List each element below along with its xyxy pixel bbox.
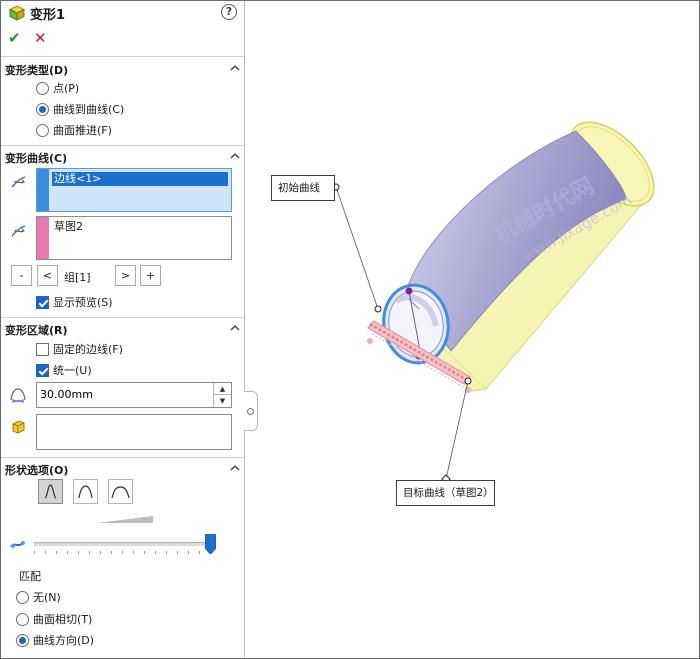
radio-match-surface-tangent-label: 曲面相切(T): [33, 613, 93, 626]
stiffness-minimum-button[interactable]: [38, 479, 63, 504]
uniform-check-indicator[interactable]: [36, 363, 49, 377]
radio-curve-to-curve-label: 曲线到曲线(C): [53, 103, 125, 116]
radio-match-curve-direction-indicator[interactable]: [16, 633, 29, 647]
shape-accuracy-icon: [9, 537, 27, 556]
show-preview-label: 显示预览(S): [53, 296, 113, 309]
deform-radius-spinner[interactable]: ▲ ▼: [213, 383, 231, 407]
radio-match-none-label: 无(N): [33, 591, 61, 604]
initial-curve-color-bar: [37, 169, 49, 211]
initial-curve-icon: [10, 173, 28, 194]
accuracy-wedge-icon: [96, 514, 154, 527]
add-group-button[interactable]: +: [140, 265, 161, 286]
radio-match-curve-direction[interactable]: 曲线方向(D): [16, 632, 94, 648]
match-label: 匹配: [19, 570, 41, 583]
fixed-faces-list[interactable]: [36, 414, 232, 450]
slider-ticks: [34, 551, 212, 554]
deform-radius-input[interactable]: [40, 388, 210, 401]
target-curve-leader: [445, 380, 469, 480]
stiffness-maximum-icon: [111, 486, 130, 499]
next-group-button[interactable]: >: [115, 265, 136, 286]
collapse-shape-options-icon[interactable]: [230, 463, 240, 473]
target-curve-color-bar: [37, 217, 49, 259]
radio-match-none-indicator[interactable]: [16, 590, 29, 604]
initial-curve-item[interactable]: 边线<1>: [52, 172, 228, 186]
callout-target-curve[interactable]: 目标曲线（草图2）: [396, 480, 495, 506]
fixed-edges-check-indicator[interactable]: [36, 342, 49, 356]
stiffness-minimum-icon: [44, 484, 57, 499]
fixed-edges-label: 固定的边线(F): [53, 343, 123, 356]
section-divider: [1, 56, 244, 57]
radio-curve-to-curve-indicator[interactable]: [36, 102, 49, 116]
target-curve-item[interactable]: 草图2: [52, 220, 85, 234]
radio-match-surface-tangent[interactable]: 曲面相切(T): [16, 611, 92, 627]
graphics-viewport[interactable]: 机械时代网 www.jixage.com 初始曲线 目标曲线（草图2）: [246, 1, 699, 657]
collapse-deform-curves-icon[interactable]: [230, 151, 240, 161]
stiffness-maximum-button[interactable]: [108, 479, 133, 504]
radio-match-none[interactable]: 无(N): [16, 589, 61, 605]
stiffness-medium-icon: [78, 485, 93, 499]
section-divider: [1, 317, 244, 318]
radio-type-surface-push[interactable]: 曲面推进(F): [36, 122, 112, 138]
target-curves-list[interactable]: 草图2: [36, 216, 232, 260]
feature-title: 变形1: [30, 8, 66, 23]
spin-up-icon[interactable]: ▲: [214, 383, 231, 395]
shape-accuracy-slider[interactable]: [34, 542, 214, 546]
spin-down-icon[interactable]: ▼: [214, 395, 231, 407]
radio-type-point[interactable]: 点(P): [36, 80, 79, 96]
section-header-deform-curves[interactable]: 变形曲线(C): [5, 150, 67, 166]
model-view: [332, 121, 655, 484]
section-divider: [1, 145, 244, 146]
show-preview-checkbox[interactable]: 显示预览(S): [36, 294, 113, 310]
slider-thumb[interactable]: [204, 533, 217, 555]
radio-point-label: 点(P): [53, 82, 80, 95]
radio-point-indicator[interactable]: [36, 81, 49, 95]
radio-type-curve-to-curve[interactable]: 曲线到曲线(C): [36, 101, 124, 117]
uniform-label: 统一(U): [53, 364, 92, 377]
section-header-shape-options[interactable]: 形状选项(O): [5, 462, 68, 478]
callout-initial-curve[interactable]: 初始曲线: [271, 175, 335, 201]
deform-feature-icon: [9, 5, 25, 24]
deform-radius-field[interactable]: ▲ ▼: [36, 382, 232, 408]
initial-curves-list[interactable]: 边线<1>: [36, 168, 232, 212]
group-label: 组[1]: [64, 271, 91, 284]
cancel-button[interactable]: ✕: [34, 30, 47, 46]
property-manager: 变形1 ? ✔ ✕ 变形类型(D) 点(P) 曲线到曲线(C) 曲面推进(F) …: [1, 1, 245, 657]
radio-surface-push-label: 曲面推进(F): [53, 124, 112, 137]
section-divider: [1, 457, 244, 458]
section-header-deform-type[interactable]: 变形类型(D): [5, 62, 68, 78]
section-header-deform-region[interactable]: 变形区域(R): [5, 322, 68, 338]
help-button[interactable]: ?: [221, 4, 237, 20]
ok-button[interactable]: ✔: [8, 30, 21, 46]
target-curve-icon: [10, 222, 28, 243]
previous-group-button[interactable]: <: [37, 265, 58, 286]
radio-match-surface-tangent-indicator[interactable]: [16, 612, 29, 626]
fixed-edges-checkbox[interactable]: 固定的边线(F): [36, 341, 123, 357]
radio-match-curve-direction-label: 曲线方向(D): [33, 634, 95, 647]
feature-title-row: 变形1 ?: [1, 1, 244, 25]
uniform-checkbox[interactable]: 统一(U): [36, 362, 92, 378]
stiffness-medium-button[interactable]: [73, 479, 98, 504]
face-selection-icon: [10, 419, 26, 438]
collapse-deform-type-icon[interactable]: [230, 63, 240, 73]
deform-radius-icon: [9, 386, 27, 407]
initial-curve-leader: [335, 186, 379, 310]
radio-surface-push-indicator[interactable]: [36, 123, 49, 137]
collapse-deform-region-icon[interactable]: [230, 323, 240, 333]
remove-group-button[interactable]: -: [11, 265, 32, 286]
show-preview-check-indicator[interactable]: [36, 295, 49, 309]
